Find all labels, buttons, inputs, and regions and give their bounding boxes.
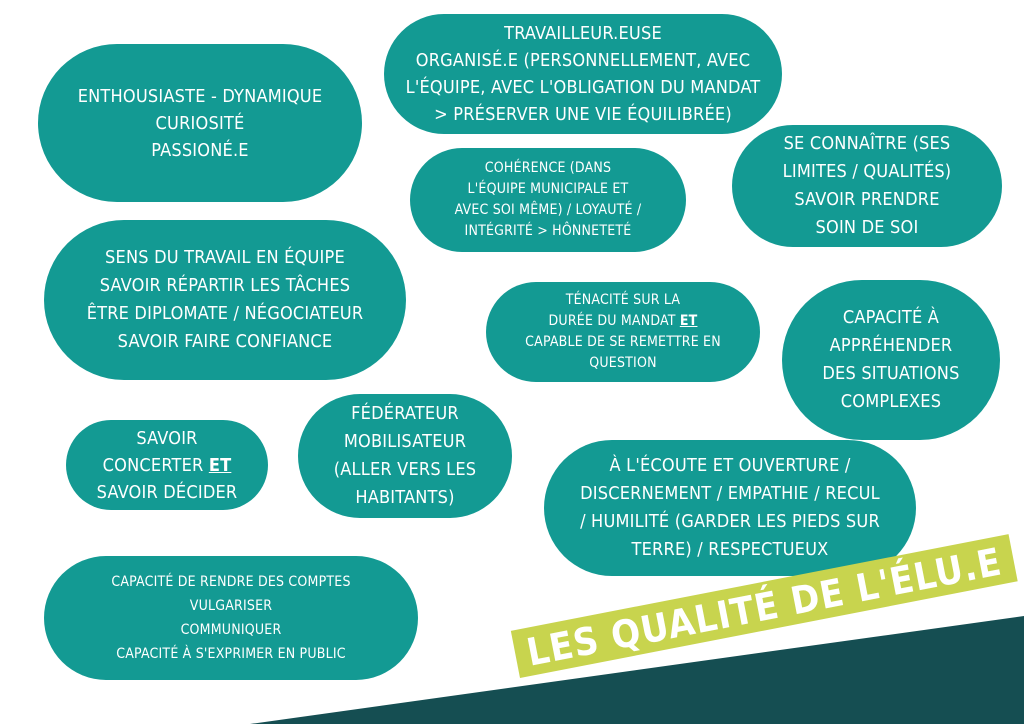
bubble-line: TERRE) / RESPECTUEUX [631, 539, 829, 560]
bubble-line: CAPACITÉ DE RENDRE DES COMPTES [111, 574, 351, 590]
bubble-line: COMMUNIQUER [180, 622, 282, 638]
bubble-rendre-comptes: CAPACITÉ DE RENDRE DES COMPTES VULGARISE… [44, 556, 418, 680]
bubble-line: CAPACITÉ À [842, 307, 940, 328]
bubble-line: CURIOSITÉ [155, 112, 245, 134]
bubble-line: SAVOIR FAIRE CONFIANCE [117, 331, 333, 352]
bubble-line: SAVOIR PRENDRE [794, 189, 940, 210]
bubble-line: SENS DU TRAVAIL EN ÉQUIPE [105, 247, 345, 268]
bubble-line: TÉNACITÉ SUR LA [565, 292, 681, 308]
bubble-line: ÊTRE DIPLOMATE / NÉGOCIATEUR [86, 303, 364, 324]
bubble-tenacite: TÉNACITÉ SUR LA DURÉE DU MANDAT ET CAPAB… [486, 282, 760, 382]
bubble-line-text: DURÉE DU MANDAT [548, 313, 676, 329]
bubble-line: APPRÉHENDER [829, 335, 953, 356]
bubble-line: SOIN DE SOI [815, 217, 919, 238]
bubble-line: SAVOIR RÉPARTIR LES TÂCHES [99, 275, 351, 296]
bubble-federateur: FÉDÉRATEUR MOBILISATEUR (ALLER VERS LES … [298, 394, 512, 518]
bubble-capacite-apprehender: CAPACITÉ À APPRÉHENDER DES SITUATIONS CO… [782, 280, 1000, 440]
bubble-coherence: COHÉRENCE (DANS L'ÉQUIPE MUNICIPALE ET A… [410, 148, 686, 252]
bubble-line: ORGANISÉ.E (PERSONNELLEMENT, AVEC [415, 50, 751, 71]
bubble-line: HABITANTS) [355, 487, 455, 508]
bubble-line: SAVOIR [136, 427, 198, 449]
bubble-se-connaitre: SE CONNAÎTRE (SES LIMITES / QUALITÉS) SA… [732, 125, 1002, 247]
bubble-line: COHÉRENCE (DANS [484, 160, 612, 176]
bubble-line: CAPACITÉ À S'EXPRIMER EN PUBLIC [116, 646, 346, 662]
bubble-line: (ALLER VERS LES [333, 459, 477, 480]
bubble-concerter: SAVOIR CONCERTER ET SAVOIR DÉCIDER [66, 420, 268, 510]
bubble-line: QUESTION [589, 355, 657, 371]
bubble-ecoute: À L'ÉCOUTE ET OUVERTURE / DISCERNEMENT /… [544, 440, 916, 576]
bubble-line: CONCERTER ET [97, 452, 238, 479]
bubble-line: FÉDÉRATEUR [351, 403, 459, 424]
emphasis-et: ET [208, 454, 232, 476]
bubble-line: COMPLEXES [840, 391, 942, 412]
bubble-line-text: CONCERTER [102, 454, 204, 476]
bubble-line: / HUMILITÉ (GARDER LES PIEDS SUR [580, 511, 880, 532]
bubble-travailleur: TRAVAILLEUR.EUSE ORGANISÉ.E (PERSONNELLE… [384, 14, 782, 134]
bubble-line: À L'ÉCOUTE ET OUVERTURE / [609, 455, 851, 476]
bubble-line: CAPABLE DE SE REMETTRE EN [525, 334, 721, 350]
emphasis-et: ET [679, 313, 698, 329]
bubble-travail-equipe: SENS DU TRAVAIL EN ÉQUIPE SAVOIR RÉPARTI… [44, 220, 406, 380]
bubble-line: DISCERNEMENT / EMPATHIE / RECUL [580, 483, 880, 504]
bubble-line: L'ÉQUIPE, AVEC L'OBLIGATION DU MANDAT [405, 77, 761, 98]
bubble-line: SE CONNAÎTRE (SES [783, 133, 951, 154]
bubble-line: LIMITES / QUALITÉS) [782, 161, 952, 182]
bubble-line: AVEC SOI MÊME) / LOYAUTÉ / [454, 202, 642, 218]
bubble-line: VULGARISER [189, 598, 273, 614]
bubble-line: L'ÉQUIPE MUNICIPALE ET [467, 181, 629, 197]
bubble-line: MOBILISATEUR [343, 431, 467, 452]
bubble-line: > PRÉSERVER UNE VIE ÉQUILIBRÉE) [434, 104, 732, 125]
bubble-line: TRAVAILLEUR.EUSE [504, 23, 662, 44]
bubble-line: PASSIONÉ.E [151, 139, 249, 161]
bubble-line: INTÉGRITÉ > HÔNNETETÉ [464, 223, 632, 239]
bubble-line: DES SITUATIONS [822, 363, 960, 384]
bubble-line: SAVOIR DÉCIDER [96, 481, 238, 503]
bubble-line: ENTHOUSIASTE - DYNAMIQUE [77, 85, 323, 107]
bubble-enthousiaste: ENTHOUSIASTE - DYNAMIQUE CURIOSITÉ PASSI… [38, 44, 362, 202]
bubble-line: DURÉE DU MANDAT ET [525, 311, 721, 332]
